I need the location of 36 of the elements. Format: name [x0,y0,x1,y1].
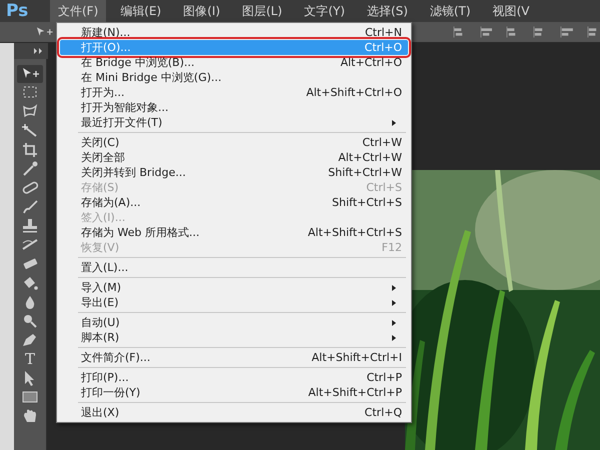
menu-title[interactable]: 选择(S) [358,0,416,22]
menu-item[interactable]: 在 Mini Bridge 中浏览(G)... [60,70,408,85]
menu-title[interactable]: 编辑(E) [112,0,170,22]
align-icon[interactable] [480,26,492,38]
menu-title[interactable]: 图像(I) [175,0,228,22]
menu-item[interactable]: 导入(M) [60,280,408,295]
type-tool[interactable]: T [24,350,35,368]
menu-item[interactable]: 打开为智能对象... [60,100,408,115]
collapse-icon[interactable] [34,48,44,54]
menu-item[interactable]: 自动(U) [60,315,408,330]
menu-item[interactable]: 在 Bridge 中浏览(B)... Alt+Ctrl+O [60,55,408,70]
crop-icon[interactable] [20,141,40,159]
menu-item[interactable]: 打印(P)... Ctrl+P [60,370,408,385]
menu-title[interactable]: 视图(V [484,0,538,22]
menu-title[interactable]: 文件(F) [50,0,106,22]
menu-item[interactable]: 导出(E) [60,295,408,310]
menu-item[interactable]: 关闭(C) Ctrl+W [60,135,408,150]
menu-item[interactable]: 退出(X) Ctrl+Q [60,405,408,420]
app-logo: Ps [5,0,30,22]
move-tool-icon[interactable] [36,26,53,38]
menu-item[interactable]: 文件简介(F)... Alt+Shift+Ctrl+I [60,350,408,365]
menu-item[interactable]: 打开为... Alt+Shift+Ctrl+O [60,85,408,100]
menu-item[interactable]: 存储为 Web 所用格式... Alt+Shift+Ctrl+S [60,225,408,240]
menu-title[interactable]: 文字(Y) [296,0,353,22]
menu-item[interactable]: 关闭并转到 Bridge... Shift+Ctrl+W [60,165,408,180]
menu-title[interactable]: 图层(L) [234,0,290,22]
menu-item[interactable]: 打印一份(Y) Alt+Shift+Ctrl+P [60,385,408,400]
menu-item[interactable]: 最近打开文件(T) [60,115,408,130]
menu-item[interactable]: 存储为(A)... Shift+Ctrl+S [60,195,408,210]
menu-item[interactable]: 关闭全部 Alt+Ctrl+W [60,150,408,165]
menu-item[interactable]: 脚本(R) [60,330,408,345]
stamp-icon[interactable] [20,217,40,235]
bandage-icon[interactable] [20,179,40,197]
menu-item[interactable]: 置入(L)... [60,260,408,275]
menu-title[interactable]: 滤镜(T) [422,0,479,22]
align-icon[interactable] [560,26,574,38]
